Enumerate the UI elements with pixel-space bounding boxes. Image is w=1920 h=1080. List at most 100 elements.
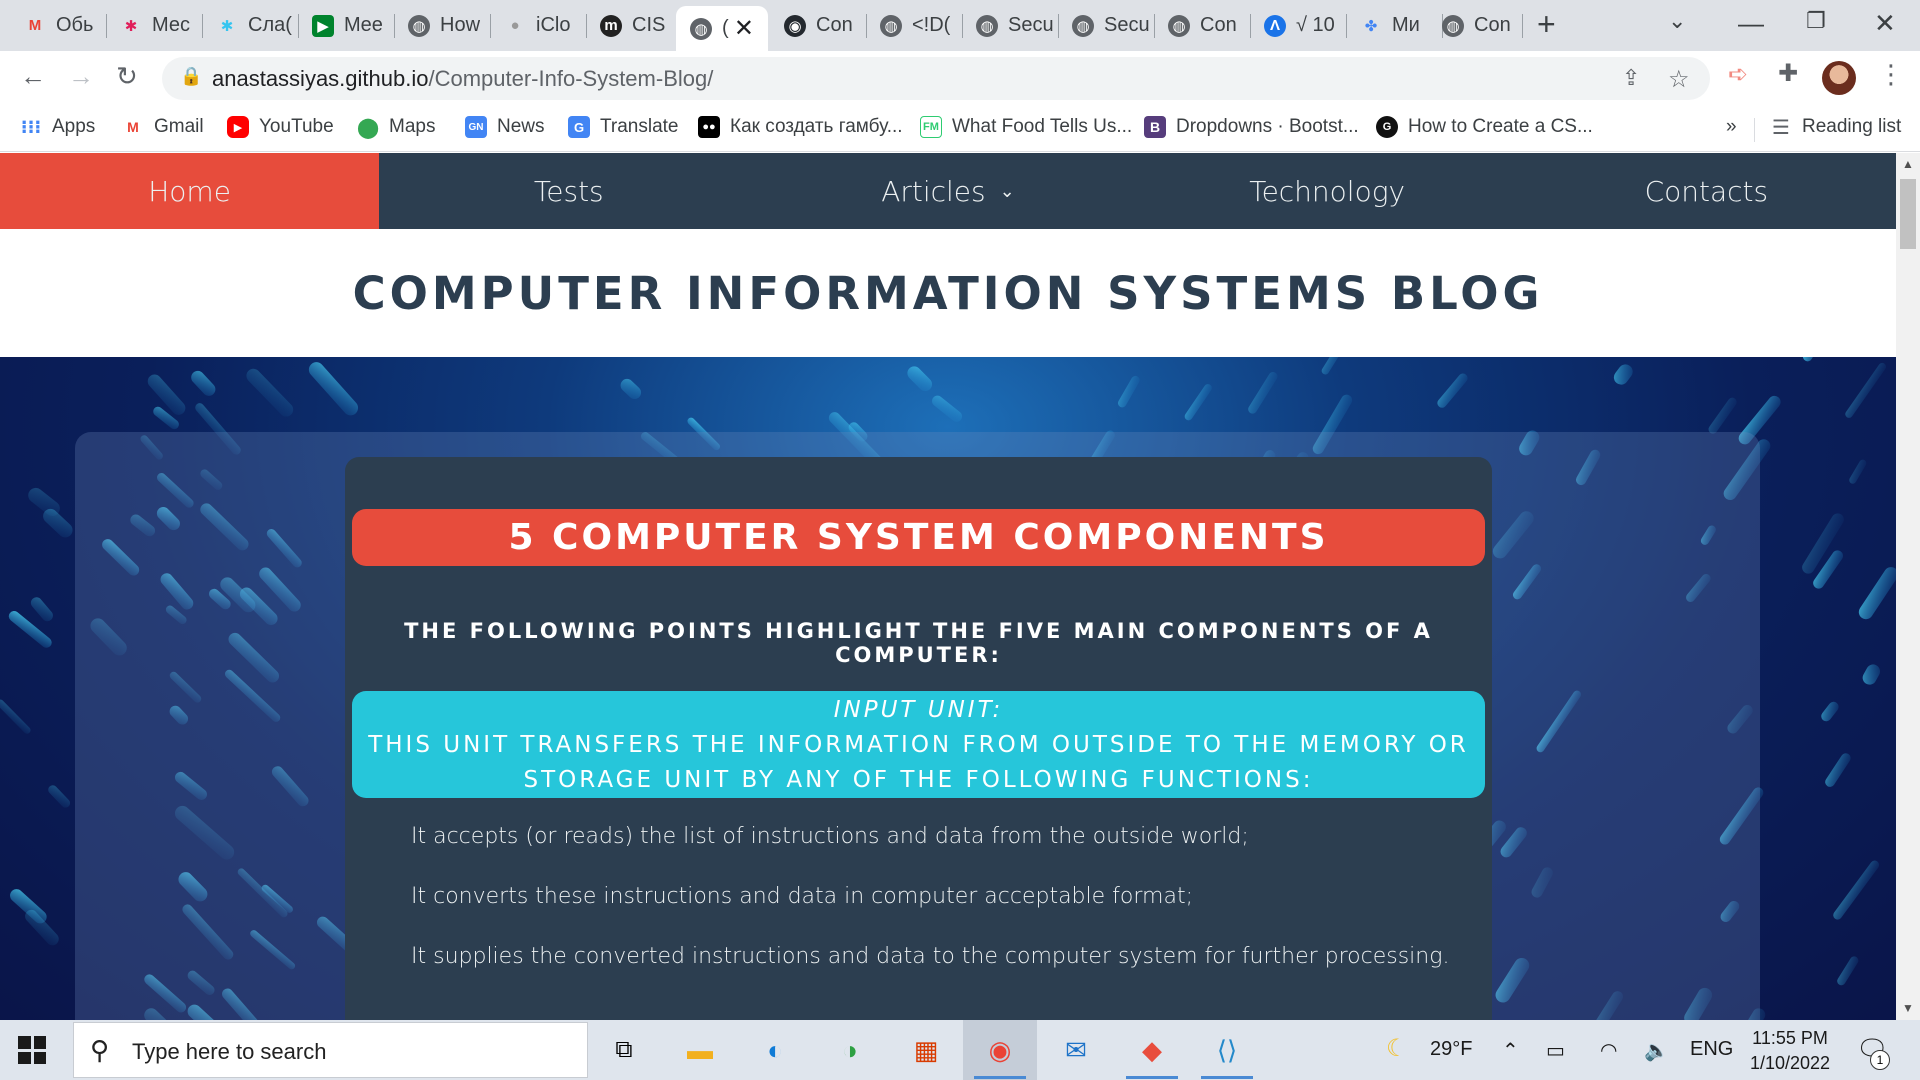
taskbar-search-input[interactable]: ⚲ Type here to search bbox=[73, 1022, 588, 1078]
browser-tab[interactable]: ✤ Ми bbox=[1346, 6, 1440, 45]
browser-tab[interactable]: ▶ Mee bbox=[298, 6, 392, 45]
vscode-icon[interactable]: ⟨⟩ bbox=[1205, 1028, 1249, 1072]
nav-contacts[interactable]: Contacts bbox=[1517, 153, 1896, 229]
edge-icon[interactable]: ◐ bbox=[753, 1028, 797, 1072]
git-app-icon[interactable]: ◆ bbox=[1130, 1028, 1174, 1072]
list-item: It supplies the converted instructions a… bbox=[411, 944, 1450, 969]
browser-menu-kebab-icon[interactable]: ⋮ bbox=[1878, 59, 1904, 90]
browser-tab[interactable]: ◍ <!D( bbox=[866, 6, 960, 45]
browser-tab[interactable]: ✱ Мес bbox=[106, 6, 200, 45]
google-news-icon: GN bbox=[465, 116, 487, 138]
unit-name: INPUT UNIT: bbox=[833, 697, 1004, 723]
browser-tab[interactable]: ◍ Secu bbox=[1058, 6, 1152, 45]
forward-arrow-icon[interactable]: → bbox=[68, 61, 94, 92]
globe-icon: ◍ bbox=[1168, 14, 1190, 37]
reading-list-button[interactable]: ☰ Reading list bbox=[1770, 116, 1901, 139]
bookmark-news[interactable]: GN News bbox=[465, 116, 545, 138]
close-window-icon[interactable]: ✕ bbox=[1874, 8, 1896, 39]
nav-articles[interactable]: Articles ⌄ bbox=[758, 153, 1137, 229]
microsoft-store-icon[interactable]: ▦ bbox=[904, 1028, 948, 1072]
browser-tab[interactable]: ✱ Сла( bbox=[202, 6, 296, 45]
nav-technology[interactable]: Technology bbox=[1138, 153, 1517, 229]
scrollbar-thumb[interactable] bbox=[1900, 179, 1916, 249]
lock-icon[interactable]: 🔒 bbox=[180, 66, 202, 87]
tab-strip: M Обь ✱ Мес ✱ Сла( ▶ Mee ◍ How ● iClo m CIS ◍(✕… bbox=[0, 0, 1920, 51]
search-icon: ⚲ bbox=[90, 1035, 110, 1065]
volume-icon[interactable]: 🔈 bbox=[1644, 1038, 1669, 1063]
notification-count-badge: 1 bbox=[1870, 1050, 1890, 1070]
list-item: It converts these instructions and data … bbox=[411, 884, 1193, 909]
show-hidden-icons-chevron-icon[interactable]: ⌃ bbox=[1502, 1038, 1519, 1063]
url-text[interactable]: anastassiyas.github.io/Computer-Info-Sys… bbox=[212, 66, 713, 92]
weather-moon-icon[interactable]: ☾ bbox=[1386, 1034, 1408, 1063]
tab-search-chevron-icon[interactable]: ⌄ bbox=[1668, 8, 1686, 34]
browser-tab[interactable]: m CIS bbox=[586, 6, 680, 45]
google-translate-icon: G bbox=[568, 116, 590, 138]
language-indicator[interactable]: ENG bbox=[1690, 1038, 1733, 1061]
scroll-up-icon[interactable]: ▲ bbox=[1902, 157, 1914, 171]
w3-icon: G bbox=[1376, 116, 1398, 138]
bookmark-bootstrap[interactable]: B Dropdowns · Bootst... bbox=[1144, 116, 1359, 138]
minimize-icon[interactable]: — bbox=[1738, 8, 1764, 39]
extensions-puzzle-icon[interactable]: ✚ bbox=[1778, 59, 1798, 88]
globe-icon: Λ bbox=[1264, 14, 1286, 37]
file-explorer-icon[interactable]: ▬ bbox=[678, 1028, 722, 1072]
youtube-icon: ▶ bbox=[227, 116, 249, 138]
wifi-icon[interactable]: ◠ bbox=[1600, 1038, 1617, 1063]
browser-tab[interactable]: Λ √ 10 bbox=[1250, 6, 1344, 45]
browser-tab[interactable]: ◍ Secu bbox=[962, 6, 1056, 45]
hero-binary-background: 5 COMPUTER SYSTEM COMPONENTS THE FOLLOWI… bbox=[0, 357, 1896, 1020]
browser-tab[interactable]: ● iClo bbox=[490, 6, 584, 45]
weather-temperature[interactable]: 29°F bbox=[1430, 1038, 1472, 1061]
browser-tab[interactable]: M Обь bbox=[10, 6, 104, 45]
bookmark-translate[interactable]: G Translate bbox=[568, 116, 679, 138]
scroll-down-icon[interactable]: ▼ bbox=[1902, 1001, 1914, 1015]
fm-icon: FM bbox=[920, 116, 942, 138]
extension-arrow-icon[interactable]: ➪ bbox=[1728, 60, 1748, 89]
bootstrap-icon: B bbox=[1144, 116, 1166, 138]
globe-icon: ◍ bbox=[1442, 14, 1464, 37]
page-scrollbar[interactable]: ▲ ▼ bbox=[1896, 153, 1920, 1020]
nav-home[interactable]: Home bbox=[0, 153, 380, 229]
windows-start-icon[interactable] bbox=[18, 1036, 46, 1064]
gmail-icon: M bbox=[28, 17, 42, 34]
battery-icon[interactable]: ▭ bbox=[1546, 1038, 1565, 1063]
bookmark-star-icon[interactable]: ☆ bbox=[1668, 65, 1690, 94]
browser-tab[interactable]: ◉ Con bbox=[770, 6, 864, 45]
bookmark-youtube[interactable]: ▶ YouTube bbox=[227, 116, 334, 138]
bookmark-medium-article[interactable]: ●● Как создать гамбу... bbox=[698, 116, 903, 138]
profile-avatar[interactable] bbox=[1822, 61, 1856, 95]
chrome-icon[interactable]: ◉ bbox=[978, 1028, 1022, 1072]
taskbar-clock[interactable]: 11:55 PM 1/10/2022 bbox=[1735, 1026, 1845, 1076]
nav-tests[interactable]: Tests bbox=[379, 153, 758, 229]
globe-icon: ◍ bbox=[408, 14, 430, 37]
mail-icon[interactable]: ✉ bbox=[1054, 1028, 1098, 1072]
edge-dev-icon[interactable]: ◑ bbox=[828, 1028, 872, 1072]
chevron-down-icon: ⌄ bbox=[999, 180, 1015, 202]
browser-tab[interactable]: ◍ Con bbox=[1428, 6, 1522, 45]
medium-icon: m bbox=[600, 14, 622, 37]
google-meet-icon: ▶ bbox=[312, 14, 334, 37]
section-title: 5 COMPUTER SYSTEM COMPONENTS bbox=[352, 509, 1485, 566]
bookmark-w3schools[interactable]: G How to Create a CS... bbox=[1376, 116, 1593, 138]
share-icon[interactable]: ⇪ bbox=[1622, 65, 1640, 91]
address-bar[interactable]: 🔒 anastassiyas.github.io/Computer-Info-S… bbox=[162, 57, 1710, 100]
bookmark-gmail[interactable]: M Gmail bbox=[122, 116, 203, 138]
bookmark-what-food[interactable]: FM What Food Tells Us... bbox=[920, 116, 1132, 138]
bookmark-maps[interactable]: ⬤ Maps bbox=[357, 116, 436, 139]
back-arrow-icon[interactable]: ← bbox=[20, 61, 46, 92]
close-tab-icon[interactable]: ✕ bbox=[734, 14, 754, 43]
browser-tab-active[interactable]: ◍(✕ bbox=[676, 6, 768, 51]
more-bookmarks-button[interactable]: » bbox=[1726, 116, 1737, 138]
unit-description: STORAGE UNIT BY ANY OF THE FOLLOWING FUN… bbox=[523, 767, 1314, 793]
browser-tab[interactable]: ◍ How bbox=[394, 6, 488, 45]
reading-list-icon: ☰ bbox=[1772, 116, 1790, 139]
new-tab-plus-icon[interactable]: + bbox=[1537, 6, 1556, 43]
reload-icon[interactable]: ↻ bbox=[116, 61, 138, 92]
restore-window-icon[interactable]: ❐ bbox=[1806, 8, 1826, 34]
browser-tab[interactable]: ◍ Con bbox=[1154, 6, 1248, 45]
content-panel: 5 COMPUTER SYSTEM COMPONENTS THE FOLLOWI… bbox=[345, 457, 1492, 1020]
medium-icon: ●● bbox=[698, 116, 720, 138]
bookmark-apps[interactable]: ⁝⁝⁝ Apps bbox=[20, 116, 96, 138]
task-view-icon[interactable]: ⧉ bbox=[602, 1028, 646, 1072]
